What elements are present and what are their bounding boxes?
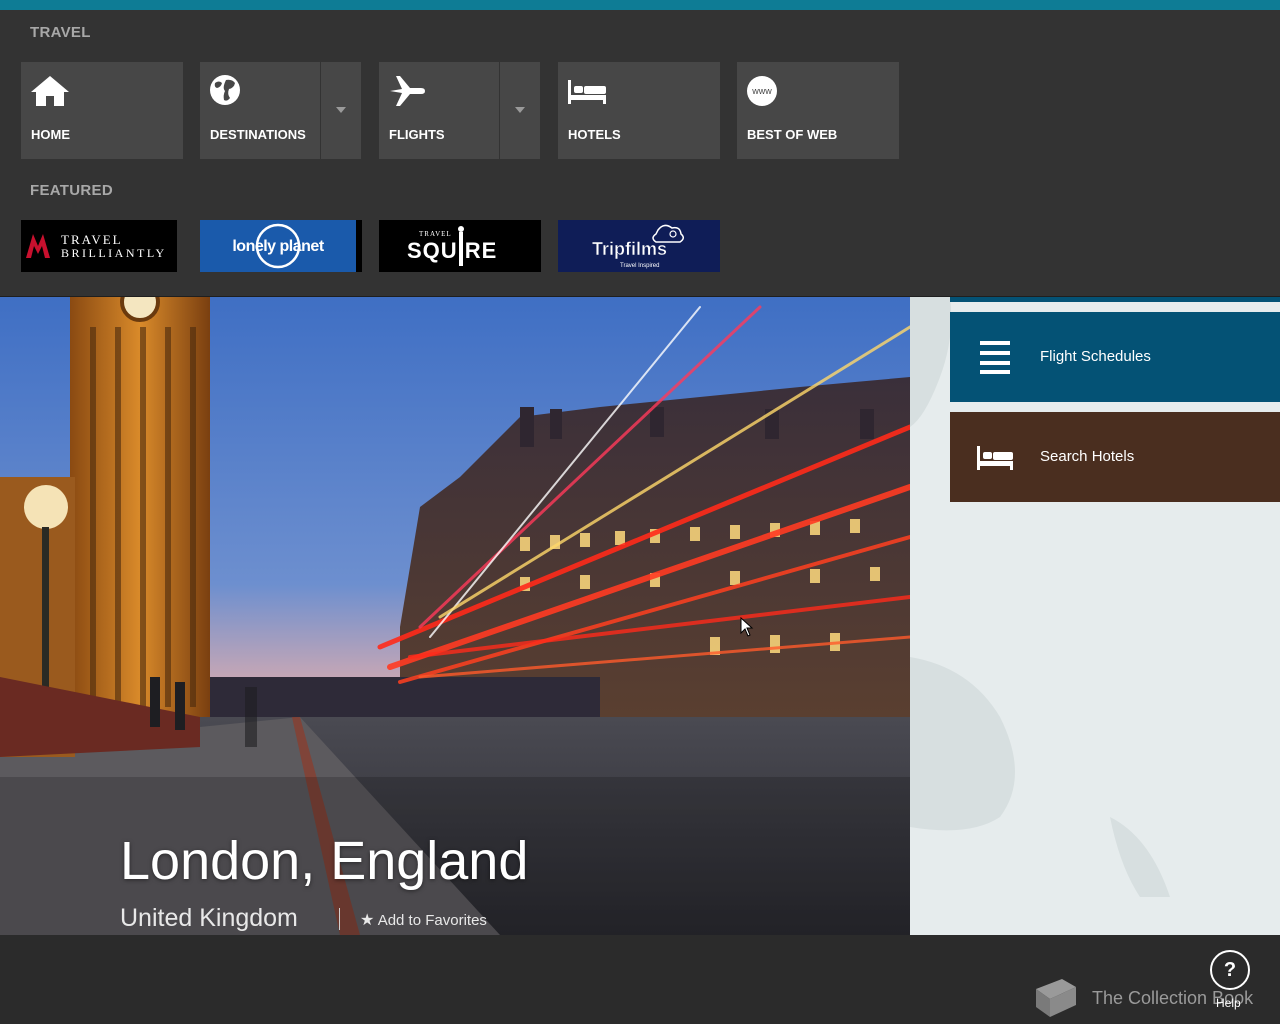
home-icon xyxy=(31,76,69,106)
tripfilms-logo: Tripfilms Travel Inspired xyxy=(592,224,684,269)
star-icon: ★ xyxy=(360,912,375,929)
svg-text:SQUIRE: SQUIRE xyxy=(407,238,497,263)
featured-section-label: FEATURED xyxy=(30,182,113,199)
nav-bar: TRAVEL HOME DESTINATIONS FLIGHTS HOTELS … xyxy=(0,10,1280,297)
travel-brilliantly-logo: TRAVEL BRILLIANTLY xyxy=(26,232,167,260)
hero-image[interactable]: London, England United Kingdom ★ Add to … xyxy=(0,297,910,935)
svg-text:Travel Inspired: Travel Inspired xyxy=(620,263,659,269)
flights-dropdown-button[interactable] xyxy=(499,62,540,159)
add-to-favorites-button[interactable]: ★ Add to Favorites xyxy=(360,910,487,930)
tile-top-edge xyxy=(950,297,1280,302)
destination-country: United Kingdom xyxy=(120,904,298,932)
nav-tile-hotels[interactable]: HOTELS xyxy=(558,62,720,159)
flight-schedules-label: Flight Schedules xyxy=(1040,348,1151,365)
featured-lonely-planet[interactable]: lonely planet xyxy=(200,220,362,272)
nav-tile-label: BEST OF WEB xyxy=(747,127,838,142)
help-button[interactable]: ? xyxy=(1210,950,1250,990)
travel-section-label: TRAVEL xyxy=(30,24,91,41)
list-icon xyxy=(980,341,1010,374)
nav-tile-label: HOME xyxy=(31,127,70,142)
top-accent-bar xyxy=(0,0,1280,10)
search-hotels-label: Search Hotels xyxy=(1040,448,1135,465)
add-to-favorites-label: Add to Favorites xyxy=(377,912,487,929)
search-hotels-tile[interactable]: Search Hotels xyxy=(950,412,1280,502)
nav-tile-label: HOTELS xyxy=(568,127,621,142)
featured-tripfilms[interactable]: Tripfilms Travel Inspired xyxy=(558,220,720,272)
globe-icon xyxy=(210,75,240,105)
destination-title: London, England xyxy=(120,831,529,891)
flight-schedules-tile[interactable]: Flight Schedules xyxy=(950,312,1280,402)
airplane-icon xyxy=(390,76,425,106)
bed-icon xyxy=(977,446,1013,470)
nav-tile-label: DESTINATIONS xyxy=(210,127,306,142)
nav-tile-home[interactable]: HOME xyxy=(21,62,183,159)
svg-text:TRAVEL: TRAVEL xyxy=(61,232,123,247)
svg-text:TRAVEL: TRAVEL xyxy=(419,230,452,238)
bottom-app-bar: The Collection Book ? Help xyxy=(0,935,1280,1024)
hero-divider xyxy=(339,908,340,930)
book-icon xyxy=(1036,979,1076,1017)
svg-text:lonely planet: lonely planet xyxy=(232,238,324,255)
chevron-down-icon xyxy=(515,107,525,113)
lonely-planet-logo: lonely planet xyxy=(232,220,362,272)
www-icon: www xyxy=(747,76,777,106)
featured-travel-squire[interactable]: TRAVEL SQUIRE xyxy=(379,220,541,272)
travel-squire-logo: TRAVEL SQUIRE xyxy=(407,226,497,266)
help-label: Help xyxy=(1216,996,1241,1010)
nav-tile-label: FLIGHTS xyxy=(389,127,445,142)
featured-travel-brilliantly[interactable]: TRAVEL BRILLIANTLY xyxy=(21,220,177,272)
bed-icon xyxy=(568,80,606,104)
nav-tile-best-of-web[interactable]: www BEST OF WEB xyxy=(737,62,899,159)
www-icon-text: www xyxy=(751,86,772,96)
svg-text:Tripfilms: Tripfilms xyxy=(592,239,667,259)
destinations-dropdown-button[interactable] xyxy=(320,62,361,159)
svg-text:BRILLIANTLY: BRILLIANTLY xyxy=(61,246,167,260)
chevron-down-icon xyxy=(336,107,346,113)
mouse-cursor-icon xyxy=(740,617,754,637)
nav-tile-destinations[interactable]: DESTINATIONS xyxy=(200,62,361,159)
nav-tile-flights[interactable]: FLIGHTS xyxy=(379,62,540,159)
right-map-panel: Flight Schedules Search Hotels xyxy=(910,297,1280,935)
